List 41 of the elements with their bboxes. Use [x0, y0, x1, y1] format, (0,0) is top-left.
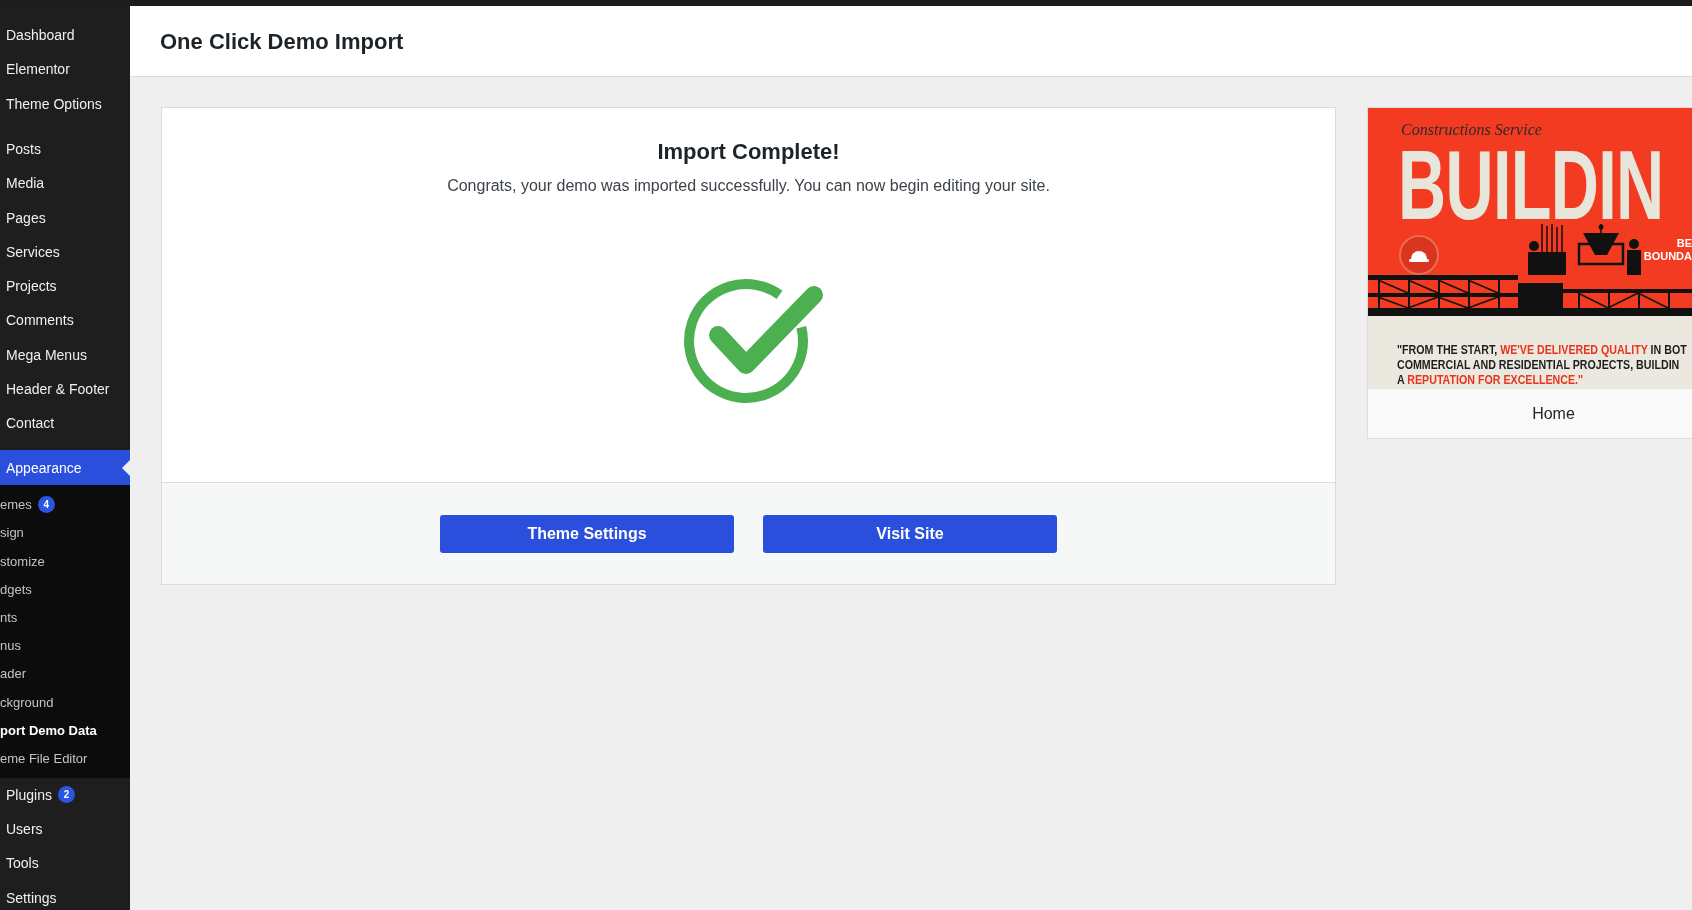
menu-item[interactable]: Dashboard — [0, 23, 130, 48]
menu-item[interactable]: Services — [0, 239, 130, 264]
helmet-badge-icon — [1399, 235, 1439, 275]
demo-name: Home — [1368, 388, 1692, 438]
submenu-item[interactable]: dgets — [0, 575, 130, 604]
menu-item[interactable]: Posts — [0, 137, 130, 161]
hero-side-heading: BE BOUNDA — [1643, 237, 1692, 263]
action-button[interactable]: Visit Site — [763, 515, 1057, 553]
hero-script-text: Constructions Service — [1401, 120, 1542, 140]
result-title: Import Complete! — [657, 138, 840, 166]
menu-item[interactable]: Media — [0, 171, 130, 196]
submenu-item[interactable]: nus — [0, 631, 130, 660]
action-button[interactable]: Theme Settings — [440, 515, 734, 553]
menu-item[interactable]: Comments — [0, 308, 130, 333]
result-message: Congrats, your demo was imported successfully. You can now begin editing your site. — [447, 176, 1050, 196]
quote-text: "FROM THE START, WE'VE DELIVERED QUALITY IN BOT COMMERCIAL AND RESIDENTIAL PROJECTS, BUILDIN A REPUTATION FOR EXCELLENCE." — [1397, 342, 1687, 387]
menu-item[interactable]: Projects — [0, 274, 130, 299]
submenu-item[interactable]: stomize — [0, 547, 130, 576]
submenu-item[interactable]: eme File Editor — [0, 744, 130, 773]
menu-item[interactable]: Settings — [0, 885, 130, 910]
menu-item[interactable]: Header & Footer — [0, 376, 130, 401]
menu-item[interactable]: Mega Menus — [0, 342, 130, 367]
submenu-item[interactable]: sign — [0, 518, 130, 548]
hero-headline: BUILDIN — [1398, 148, 1664, 223]
pointer-icon — [122, 459, 130, 476]
submenu-item[interactable]: ckground — [0, 688, 130, 717]
menu-item[interactable]: Plugins 2 — [0, 782, 130, 807]
menu-item[interactable]: Theme Options — [0, 91, 130, 116]
menu-item[interactable]: Users — [0, 816, 130, 841]
page-title: One Click Demo Import — [160, 28, 404, 56]
submenu-item[interactable]: ader — [0, 659, 130, 688]
menu-item[interactable]: Contact — [0, 411, 130, 436]
count-badge: 2 — [57, 786, 75, 804]
submenu-item[interactable]: emes 4 — [0, 490, 130, 519]
menu-item[interactable]: Elementor — [0, 57, 130, 82]
submenu-item[interactable]: nts — [0, 603, 130, 632]
submenu-item[interactable]: port Demo Data — [0, 716, 130, 745]
menu-item[interactable]: Tools — [0, 851, 130, 876]
menu-item[interactable]: Pages — [0, 205, 130, 230]
menu-item[interactable]: Appearance — [0, 450, 130, 485]
count-badge: 4 — [37, 496, 55, 514]
